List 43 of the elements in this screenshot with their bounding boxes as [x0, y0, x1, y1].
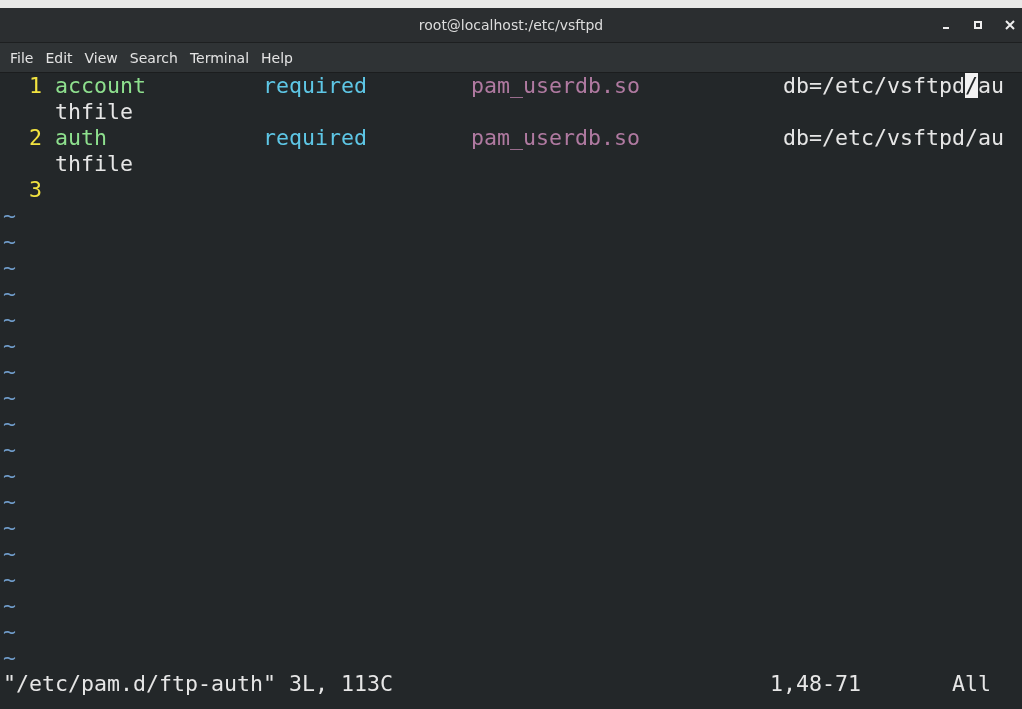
empty-line-marker: ~ — [3, 463, 16, 489]
close-icon[interactable] — [1004, 19, 1016, 31]
empty-line-marker: ~ — [3, 593, 16, 619]
line-number: 3 — [28, 177, 42, 203]
empty-line-marker: ~ — [3, 515, 16, 541]
code-text: auth — [55, 125, 107, 150]
menu-item[interactable]: View — [78, 49, 124, 66]
empty-line-marker: ~ — [3, 489, 16, 515]
menu-item[interactable]: Help — [255, 49, 299, 66]
menu-item[interactable]: File — [4, 49, 40, 66]
menu-item[interactable]: Terminal — [183, 49, 256, 66]
empty-line-marker: ~ — [3, 437, 16, 463]
line-number: 1 — [28, 73, 42, 99]
status-message: "/etc/pam.d/ftp-auth" 3L, 113C — [3, 671, 394, 696]
window-title: root@localhost:/etc/vsftpd — [418, 17, 604, 33]
code-text: thfile — [55, 151, 133, 177]
code-text: required — [263, 73, 367, 98]
menu-item[interactable]: Search — [123, 49, 184, 66]
scroll-position: All — [952, 671, 991, 697]
code-text: db=/etc/vsftpd/au — [783, 125, 1004, 150]
code-text: db=/etc/vsftpd/au — [783, 73, 1005, 98]
empty-line-marker: ~ — [3, 333, 16, 359]
maximize-icon[interactable] — [972, 19, 984, 31]
code-text: required — [263, 125, 367, 150]
empty-line-marker: ~ — [3, 411, 16, 437]
code-text: pam_userdb.so — [471, 73, 640, 98]
code-text: thfile — [55, 99, 133, 125]
empty-line-marker: ~ — [3, 619, 16, 645]
code-text: pam_userdb.so — [471, 125, 640, 150]
empty-line-marker: ~ — [3, 645, 16, 671]
empty-line-marker: ~ — [3, 359, 16, 385]
empty-line-marker: ~ — [3, 281, 16, 307]
empty-line-marker: ~ — [3, 541, 16, 567]
empty-line-marker: ~ — [3, 385, 16, 411]
menu-item[interactable]: Edit — [39, 49, 79, 66]
empty-line-marker: ~ — [3, 229, 16, 255]
line-number: 2 — [28, 125, 42, 151]
cursor-position: 1,48-71 — [770, 671, 861, 696]
empty-line-marker: ~ — [3, 203, 16, 229]
empty-line-marker: ~ — [3, 567, 16, 593]
empty-line-marker: ~ — [3, 307, 16, 333]
empty-line-marker: ~ — [3, 255, 16, 281]
code-text: account — [55, 73, 146, 98]
